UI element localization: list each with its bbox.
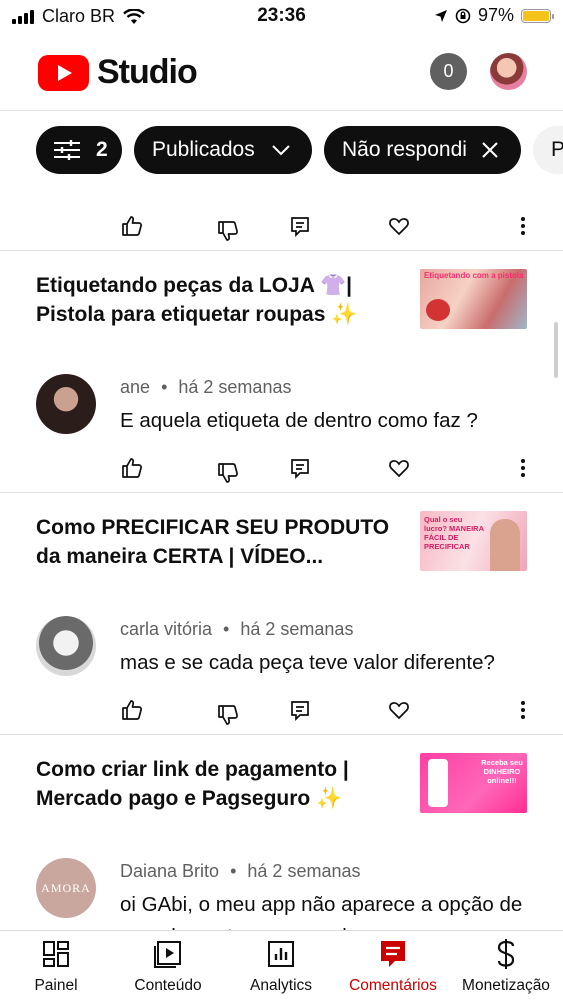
commenter-avatar[interactable]	[36, 374, 96, 434]
comment-time: há 2 semanas	[178, 377, 292, 397]
comment-card: Etiquetando peças da LOJA 👚| Pistola par…	[0, 250, 563, 493]
video-thumbnail[interactable]: Qual o seu lucro? MANEIRA FÁCIL DE PRECI…	[420, 511, 527, 571]
comment-author[interactable]: Daiana Brito	[120, 861, 219, 881]
heart-icon[interactable]	[384, 453, 414, 483]
nav-analytics[interactable]: Analytics	[225, 937, 337, 995]
comment-actions	[0, 695, 563, 725]
thumbnail-text: Receba seu DINHEIRO online!!!	[481, 758, 523, 785]
more-options-icon[interactable]	[508, 211, 538, 241]
avatar-logo-text: AMORA	[41, 880, 91, 895]
comment-time: há 2 semanas	[247, 861, 361, 881]
nav-label: Comentários	[349, 977, 437, 994]
comment-text: mas e se cada peça teve valor diferente?	[120, 651, 495, 674]
comment-meta: ane • há 2 semanas	[120, 377, 292, 397]
comment-meta: carla vitória • há 2 semanas	[120, 619, 354, 639]
like-icon[interactable]	[117, 695, 147, 725]
nav-monetizacao[interactable]: Monetização	[450, 937, 562, 995]
comment-time: há 2 semanas	[240, 619, 354, 639]
rotation-lock-icon	[455, 8, 471, 23]
comment-actions-partial	[0, 211, 563, 241]
chip-partial[interactable]: P	[533, 126, 563, 174]
bottom-nav: Painel Conteúdo Analytics Comentários Mo…	[0, 930, 563, 1002]
commenter-avatar[interactable]: AMORA	[36, 858, 96, 918]
filter-settings-chip[interactable]: 2	[36, 126, 122, 174]
comments-icon	[337, 937, 449, 971]
battery-percent: 97%	[477, 5, 514, 25]
thumbnail-phone-image	[428, 759, 448, 807]
comment-card: Como PRECIFICAR SEU PRODUTO da maneira C…	[0, 492, 563, 735]
location-icon	[434, 9, 447, 22]
youtube-logo-icon	[38, 54, 89, 91]
comment-text: oi GAbi, o meu app não aparece a opção d…	[120, 893, 523, 931]
comment-text: E aquela etiqueta de dentro como faz ?	[120, 409, 478, 432]
analytics-icon	[225, 937, 337, 971]
like-icon[interactable]	[117, 453, 147, 483]
more-options-icon[interactable]	[508, 453, 538, 483]
heart-icon[interactable]	[384, 211, 414, 241]
dashboard-icon	[0, 937, 112, 971]
dislike-icon[interactable]	[213, 700, 243, 730]
reply-icon[interactable]	[285, 453, 315, 483]
chip-nao-respondi[interactable]: Não respondi	[324, 126, 521, 174]
video-thumbnail[interactable]: Receba seu DINHEIRO online!!!	[420, 753, 527, 813]
reply-icon[interactable]	[285, 695, 315, 725]
chip-publicados[interactable]: Publicados	[134, 126, 312, 174]
status-bar: Claro BR 23:36 97%	[0, 0, 563, 32]
monetization-icon	[450, 937, 562, 971]
thumbnail-person-image	[490, 519, 520, 571]
thumbnail-text: Qual o seu lucro? MANEIRA FÁCIL DE PRECI…	[424, 515, 484, 551]
comment-actions	[0, 453, 563, 483]
filter-sliders-icon	[54, 140, 80, 160]
nav-conteudo[interactable]: Conteúdo	[112, 937, 224, 995]
notifications-button[interactable]: 0	[430, 53, 467, 90]
nav-comentarios[interactable]: Comentários	[337, 937, 449, 995]
filter-count: 2	[96, 138, 108, 161]
nav-label: Analytics	[249, 977, 313, 994]
chip-partial-label: P	[551, 138, 563, 161]
close-icon[interactable]	[481, 141, 499, 159]
comment-author[interactable]: carla vitória	[120, 619, 212, 639]
app-title: Studio	[97, 53, 198, 91]
comment-card: Como criar link de pagamento | Mercado p…	[0, 734, 563, 931]
thumbnail-pistol-image	[426, 299, 450, 321]
nav-label: Monetização	[462, 977, 550, 994]
video-thumbnail[interactable]: Etiquetando com a pistola	[420, 269, 527, 329]
chip-publicados-label: Publicados	[152, 138, 255, 161]
account-avatar[interactable]	[490, 53, 527, 90]
thumbnail-text: Etiquetando com a pistola	[424, 271, 524, 280]
content-icon	[112, 937, 224, 971]
comment-author[interactable]: ane	[120, 377, 150, 397]
youtube-studio-logo[interactable]: Studio	[38, 53, 198, 92]
heart-icon[interactable]	[384, 695, 414, 725]
battery-icon	[521, 8, 554, 23]
chevron-down-icon	[272, 145, 290, 156]
video-title[interactable]: Como criar link de pagamento | Mercado p…	[36, 755, 396, 813]
more-options-icon[interactable]	[508, 695, 538, 725]
reply-icon[interactable]	[285, 211, 315, 241]
nav-label: Painel	[34, 977, 78, 994]
app-bar: Studio 0	[0, 38, 563, 111]
scrollbar[interactable]	[554, 322, 558, 378]
dislike-icon[interactable]	[213, 216, 243, 246]
video-title[interactable]: Como PRECIFICAR SEU PRODUTO da maneira C…	[36, 513, 396, 571]
video-title[interactable]: Etiquetando peças da LOJA 👚| Pistola par…	[36, 271, 396, 329]
dislike-icon[interactable]	[213, 458, 243, 488]
commenter-avatar[interactable]	[36, 616, 96, 676]
nav-painel[interactable]: Painel	[0, 937, 112, 995]
nav-label: Conteúdo	[134, 977, 202, 994]
like-icon[interactable]	[117, 211, 147, 241]
filter-chips: 2 Publicados Não respondi P	[0, 126, 563, 174]
chip-nao-respondi-label: Não respondi	[342, 138, 467, 161]
comment-meta: Daiana Brito • há 2 semanas	[120, 861, 361, 881]
